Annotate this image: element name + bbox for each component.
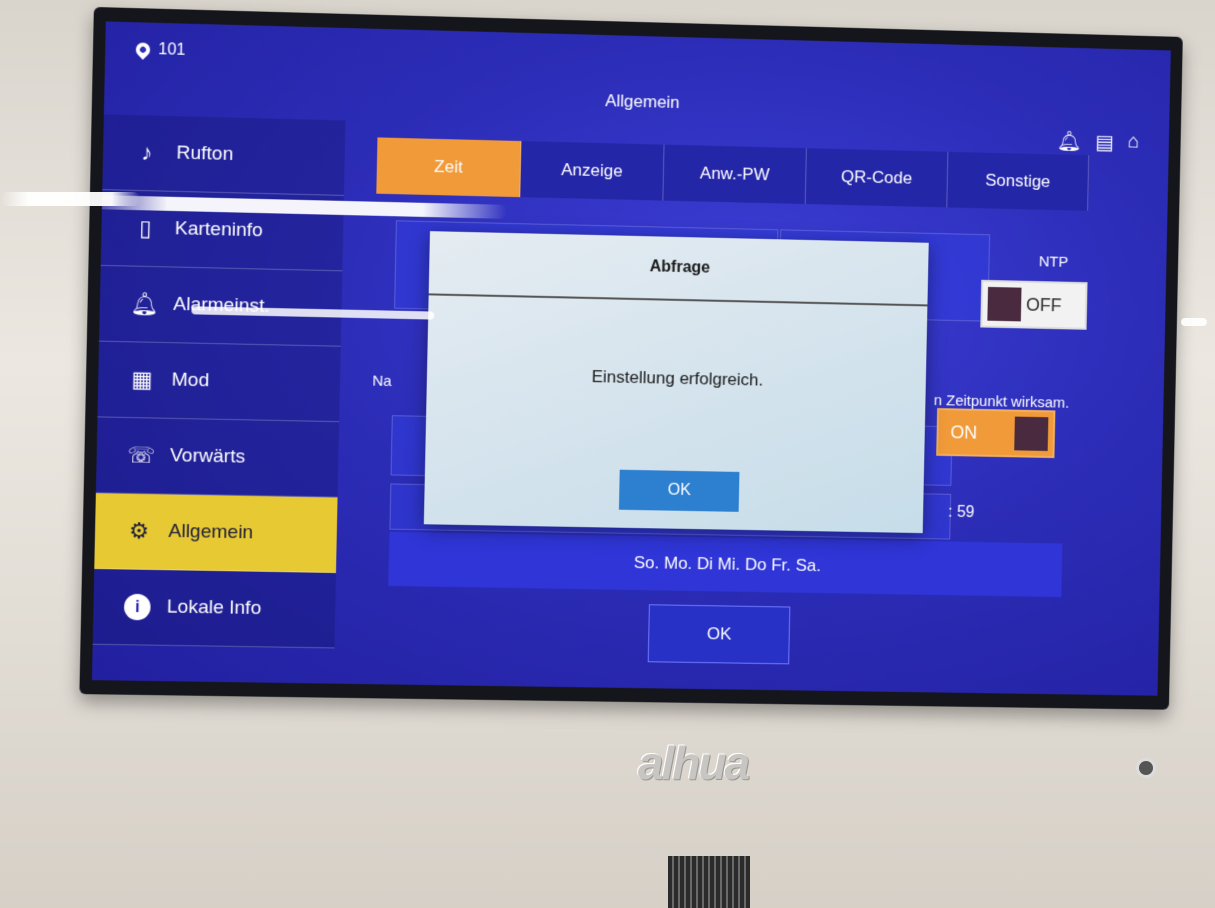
sidebar-item-label: Karteninfo (174, 218, 264, 242)
tab-anzeige[interactable]: Anzeige (520, 141, 665, 201)
message-icon[interactable]: ▤ (1095, 130, 1114, 155)
camera-lens-icon (1136, 758, 1156, 778)
tab-zeit[interactable]: Zeit (376, 137, 522, 198)
dst-toggle-state: ON (950, 421, 978, 443)
wall-glare (1181, 318, 1207, 326)
info-icon: i (123, 593, 151, 621)
dst-toggle[interactable]: ON (936, 408, 1056, 459)
dialog-message: Einstellung erfolgreich. (591, 367, 764, 390)
location-pin-icon (132, 39, 154, 60)
weekday-selector[interactable]: So. Mo. Di Mi. Do Fr. Sa. (388, 531, 1063, 598)
tab-qr-code[interactable]: QR-Code (805, 148, 949, 208)
confirmation-dialog: Abfrage Einstellung erfolgreich. OK (423, 231, 929, 534)
alarm-bell-icon: 🔔︎ (130, 290, 160, 317)
sidebar: ♪ Rufton ▯ Karteninfo 🔔︎ Alarmeinst. ▦ M… (92, 114, 346, 649)
top-icons: 🔔︎ ▤ ⌂ (1056, 129, 1139, 156)
sidebar-item-label: Alarmeinst. (173, 293, 270, 318)
sidebar-item-allgemein[interactable]: ⚙ Allgemein (94, 493, 338, 573)
time-value[interactable]: : 59 (948, 504, 975, 522)
sidebar-item-rufton[interactable]: ♪ Rufton (102, 114, 346, 196)
sidebar-item-label: Vorwärts (169, 445, 246, 468)
gear-icon: ⚙ (128, 518, 150, 544)
sidebar-item-label: Rufton (176, 142, 234, 166)
toggle-knob (987, 286, 1022, 322)
sidebar-item-vorwaerts[interactable]: ☏ Vorwärts (95, 417, 340, 498)
music-note-icon: ♪ (141, 139, 153, 166)
section-label: Na (372, 372, 392, 391)
room-indicator: 101 (132, 39, 186, 60)
dialog-ok-button[interactable]: OK (618, 469, 740, 512)
tab-anw-pw[interactable]: Anw.-PW (663, 144, 807, 205)
monitor-bezel: 101 Allgemein 🔔︎ ▤ ⌂ ♪ Rufton ▯ Kartenin… (79, 6, 1183, 710)
bell-icon[interactable]: 🔔︎ (1056, 129, 1081, 154)
ok-button[interactable]: OK (647, 604, 791, 665)
tab-sonstige[interactable]: Sonstige (947, 151, 1090, 211)
sidebar-item-label: Mod (171, 369, 210, 392)
ntp-toggle-state: OFF (1025, 294, 1062, 315)
sidebar-item-karteninfo[interactable]: ▯ Karteninfo (100, 190, 344, 272)
room-number: 101 (158, 41, 186, 59)
brand-logo: alhua (637, 737, 750, 789)
home-icon[interactable]: ⌂ (1127, 131, 1139, 156)
tab-bar: Zeit Anzeige Anw.-PW QR-Code Sonstige (376, 137, 1090, 211)
sidebar-item-label: Lokale Info (166, 596, 262, 620)
dialog-title: Abfrage (428, 231, 929, 307)
grid-icon: ▦ (131, 366, 153, 393)
sidebar-item-mod[interactable]: ▦ Mod (97, 341, 341, 423)
sidebar-item-alarmeinst[interactable]: 🔔︎ Alarmeinst. (99, 265, 343, 347)
ntp-label: NTP (1038, 253, 1069, 271)
speaker-grille (668, 856, 750, 908)
sidebar-item-label: Allgemein (168, 520, 254, 544)
card-icon: ▯ (138, 215, 152, 241)
toggle-knob (1014, 416, 1049, 451)
call-forward-icon: ☏ (127, 442, 156, 468)
sidebar-item-lokale-info[interactable]: i Lokale Info (92, 568, 336, 649)
ntp-toggle[interactable]: OFF (980, 279, 1088, 330)
touch-screen: 101 Allgemein 🔔︎ ▤ ⌂ ♪ Rufton ▯ Kartenin… (91, 21, 1171, 696)
